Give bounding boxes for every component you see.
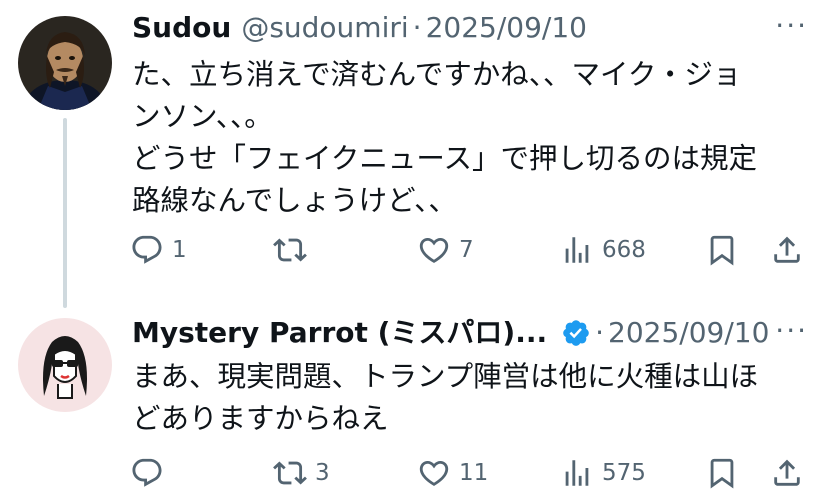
bookmark-icon <box>710 235 734 266</box>
tweet-text-line: 路線なんでしょうけど、、 <box>132 184 457 217</box>
share-icon <box>774 459 800 486</box>
share-button[interactable] <box>770 453 804 493</box>
repost-icon <box>273 461 307 485</box>
avatar[interactable] <box>18 16 112 110</box>
more-options-icon[interactable]: ··· <box>775 313 808 349</box>
views-count: 668 <box>602 237 646 263</box>
tweet[interactable]: Mystery Parrot (ミスパロ)... · 2025/09/10 ··… <box>0 300 828 500</box>
action-bar: 1 7 668 <box>130 230 808 270</box>
repost-count: 3 <box>315 460 330 486</box>
tweet-text-line: た、立ち消えで済むんですかね、、マイク・ジョ <box>132 58 742 91</box>
separator-dot: · <box>595 316 605 349</box>
views-icon <box>565 460 589 486</box>
reply-icon <box>132 235 162 264</box>
separator-dot: · <box>412 11 422 44</box>
author-name[interactable]: Mystery Parrot (ミスパロ)... <box>132 313 547 353</box>
tweet-text-line: ンソン、、。 <box>132 100 273 133</box>
action-bar: 3 11 575 <box>130 453 808 493</box>
like-button[interactable]: 7 <box>417 230 474 270</box>
bookmark-icon <box>710 458 734 489</box>
tweet-text-line: どうせ「フェイクニュース」で押し切るのは規定 <box>132 142 758 175</box>
author-name[interactable]: Sudou <box>132 8 231 48</box>
tweet-text-line: どありますからねえ <box>132 402 389 435</box>
share-button[interactable] <box>770 230 804 270</box>
repost-icon <box>273 238 307 262</box>
like-count: 11 <box>459 460 489 486</box>
avatar[interactable] <box>18 318 112 412</box>
tweet-text: まあ、現実問題、トランプ陣営は他に火種は山ほ どありますからねえ <box>132 356 808 440</box>
reply-button[interactable] <box>130 453 172 493</box>
like-button[interactable]: 11 <box>417 453 488 493</box>
author-handle[interactable]: @sudoumiri <box>241 8 408 48</box>
reply-button[interactable]: 1 <box>130 230 187 270</box>
like-icon <box>419 460 449 486</box>
repost-button[interactable]: 3 <box>273 453 330 493</box>
like-icon <box>419 237 449 263</box>
views-icon <box>565 237 589 263</box>
views-count: 575 <box>602 460 646 486</box>
repost-button[interactable] <box>273 230 315 270</box>
post-date[interactable]: 2025/09/10 <box>608 313 769 353</box>
views-button[interactable]: 668 <box>560 230 646 270</box>
bookmark-button[interactable] <box>705 453 739 493</box>
reply-count: 1 <box>172 237 187 263</box>
tweet-header: Mystery Parrot (ミスパロ)... · 2025/09/10 ··… <box>132 313 808 353</box>
verified-badge-icon <box>561 318 591 348</box>
like-count: 7 <box>459 237 474 263</box>
reply-icon <box>132 458 162 487</box>
share-icon <box>774 236 800 263</box>
tweet[interactable]: Sudou @sudoumiri · 2025/09/10 ··· た、立ち消え… <box>0 0 828 300</box>
views-button[interactable]: 575 <box>560 453 646 493</box>
bookmark-button[interactable] <box>705 230 739 270</box>
tweet-text-line: まあ、現実問題、トランプ陣営は他に火種は山ほ <box>132 360 759 393</box>
tweet-header: Sudou @sudoumiri · 2025/09/10 ··· <box>132 8 808 48</box>
more-options-icon[interactable]: ··· <box>775 8 808 44</box>
tweet-text: た、立ち消えで済むんですかね、、マイク・ジョ ンソン、、。 どうせ「フェイクニュ… <box>132 54 808 222</box>
post-date[interactable]: 2025/09/10 <box>426 8 587 48</box>
